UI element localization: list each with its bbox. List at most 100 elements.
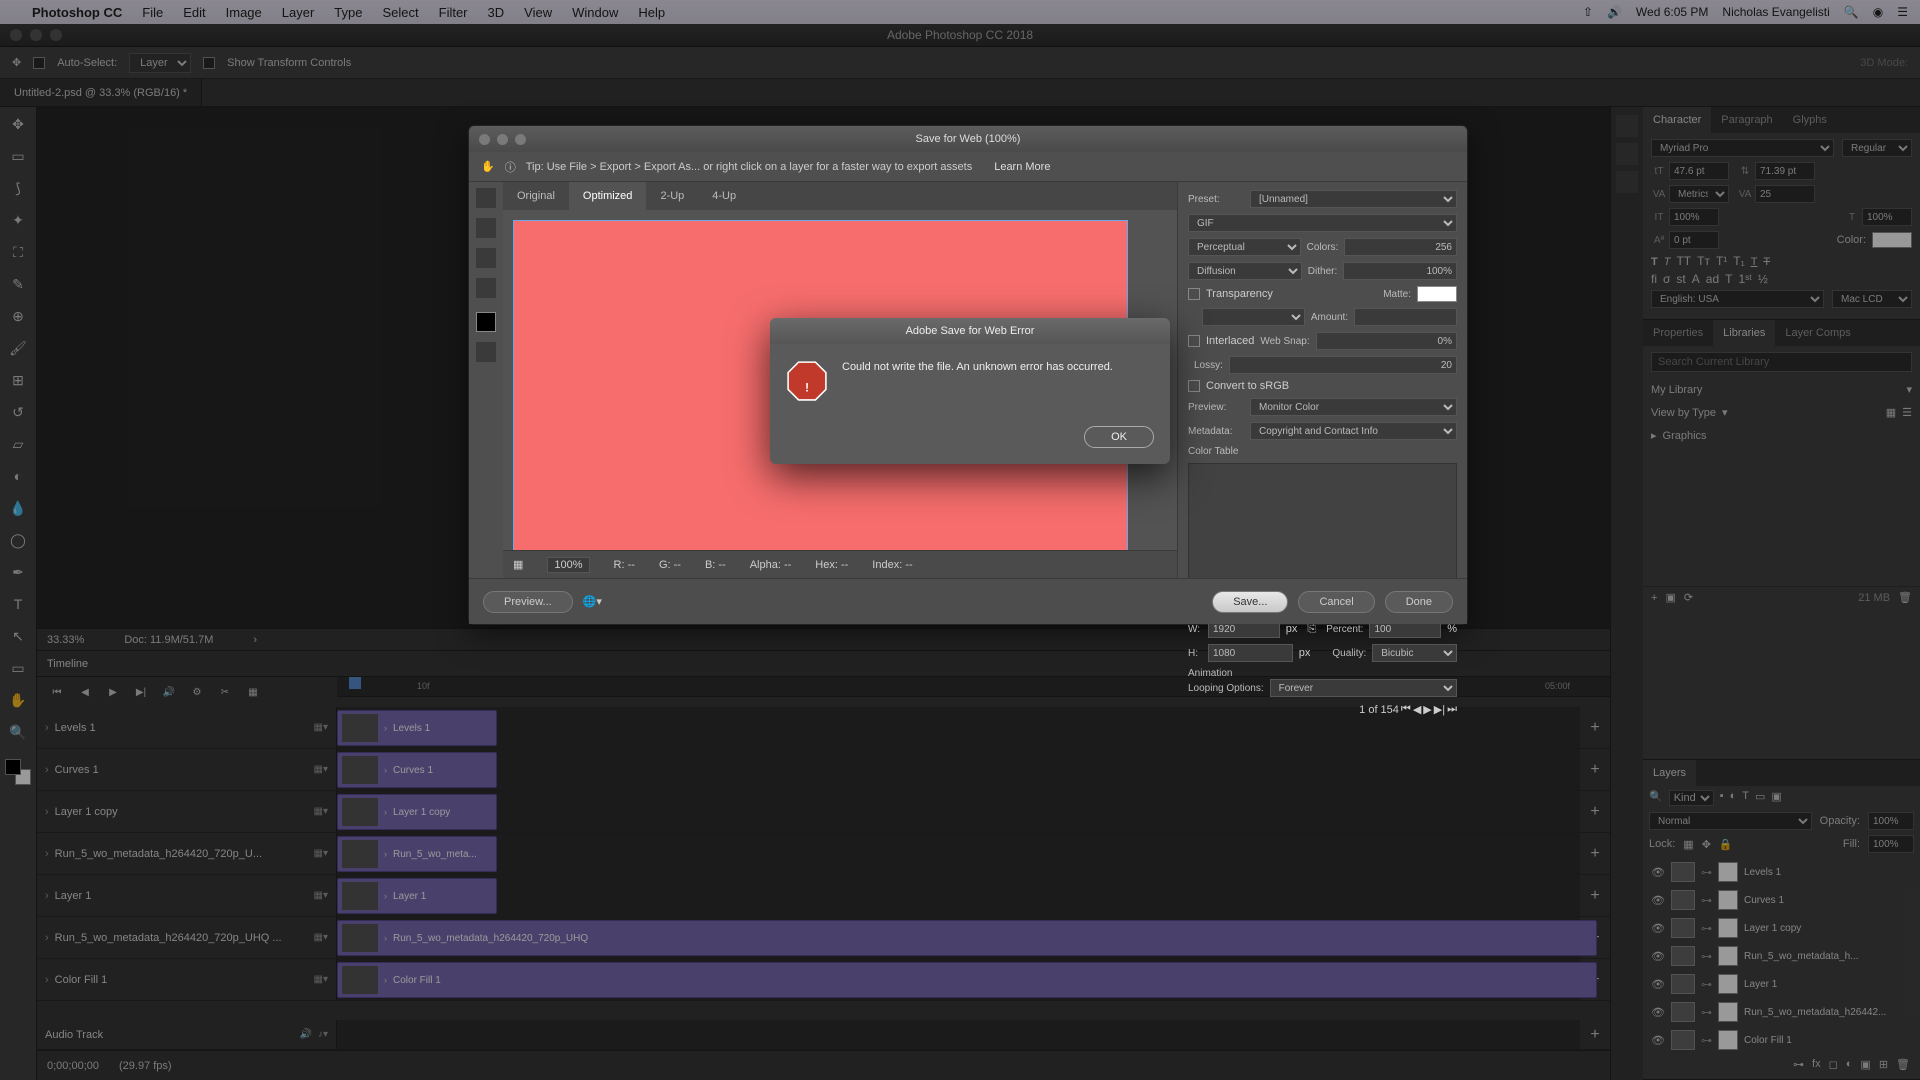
opentype-st[interactable]: st <box>1676 272 1685 286</box>
crop-tool[interactable]: ⛶ <box>7 241 29 263</box>
lasso-tool[interactable]: ⟆ <box>7 177 29 199</box>
lossy-input[interactable] <box>1229 356 1457 374</box>
transparency-dither-dropdown[interactable] <box>1202 308 1305 326</box>
opentype-1st[interactable]: 1ˢᵗ <box>1738 272 1751 286</box>
opentype-swash[interactable]: σ <box>1663 272 1670 286</box>
sfw-close-dot[interactable] <box>479 134 490 145</box>
library-search-input[interactable] <box>1651 352 1912 372</box>
track-head[interactable]: › Run_5_wo_metadata_h264420_720p_UHQ ...… <box>37 917 337 958</box>
done-button[interactable]: Done <box>1385 591 1453 613</box>
track-head[interactable]: › Layer 1 ▦▾ <box>37 875 337 916</box>
layer-row[interactable]: 👁 ⊶ Curves 1 <box>1649 886 1914 914</box>
auto-select-checkbox[interactable] <box>33 57 45 69</box>
timeline-clip[interactable]: › Color Fill 1 <box>337 962 1597 998</box>
timeline-clip[interactable]: › Run_5_wo_metadata_h264420_720p_UHQ <box>337 920 1597 956</box>
tab-layer-comps[interactable]: Layer Comps <box>1775 320 1860 346</box>
eraser-tool[interactable]: ▱ <box>7 433 29 455</box>
disclosure-icon[interactable]: › <box>45 806 49 818</box>
layer-fx-icon[interactable]: fx <box>1812 1058 1821 1071</box>
layer-filter-dropdown[interactable]: Kind <box>1669 790 1714 806</box>
eyedropper-tool[interactable]: ✎ <box>7 273 29 295</box>
library-selector[interactable]: My Library▾ <box>1651 378 1912 401</box>
colors-input[interactable] <box>1344 238 1457 256</box>
clip-disclosure-icon[interactable]: › <box>384 807 387 817</box>
sfw-tab-2up[interactable]: 2-Up <box>646 182 698 210</box>
font-style-dropdown[interactable]: Regular <box>1842 139 1912 157</box>
timeline-clip[interactable]: › Layer 1 copy <box>337 794 497 830</box>
timeline-split[interactable]: ✂ <box>215 682 235 702</box>
menu-filter[interactable]: Filter <box>439 5 468 20</box>
layer-row[interactable]: 👁 ⊶ Color Fill 1 <box>1649 1026 1914 1054</box>
timeline-clip[interactable]: › Layer 1 <box>337 878 497 914</box>
document-tab[interactable]: Untitled-2.psd @ 33.3% (RGB/16) * <box>0 79 202 106</box>
cancel-button[interactable]: Cancel <box>1298 591 1374 613</box>
baseline-input[interactable] <box>1669 231 1719 249</box>
opentype-ord[interactable]: A <box>1692 272 1700 286</box>
wifi-icon[interactable]: ⇧ <box>1583 5 1593 19</box>
auto-select-dropdown[interactable]: Layer <box>129 53 191 73</box>
track-body[interactable]: › Color Fill 1 <box>337 959 1580 1000</box>
track-head[interactable]: › Curves 1 ▦▾ <box>37 749 337 790</box>
track-menu-icon[interactable]: ▦▾ <box>314 932 328 943</box>
grid-view-icon[interactable]: ▦ <box>1886 406 1896 419</box>
pen-tool[interactable]: ✒ <box>7 561 29 583</box>
timeline-settings[interactable]: ⚙ <box>187 682 207 702</box>
playhead[interactable] <box>349 677 361 689</box>
trash-icon[interactable]: 🗑 <box>1898 591 1912 604</box>
new-layer-icon[interactable]: ⊞ <box>1879 1058 1888 1071</box>
blur-tool[interactable]: 💧 <box>7 497 29 519</box>
text-color-swatch[interactable] <box>1872 232 1912 248</box>
track-body[interactable]: › Curves 1 <box>337 749 1580 790</box>
adjustment-layer-icon[interactable]: ◐ <box>1846 1058 1853 1071</box>
disclosure-icon[interactable]: › <box>45 764 49 776</box>
tracking-input[interactable] <box>1755 185 1815 203</box>
zoom-tool[interactable]: 🔍 <box>7 721 29 743</box>
sfw-min-dot[interactable] <box>497 134 508 145</box>
marquee-tool[interactable]: ▭ <box>7 145 29 167</box>
metadata-dropdown[interactable]: Copyright and Contact Info <box>1250 422 1457 440</box>
track-head[interactable]: › Levels 1 ▦▾ <box>37 707 337 748</box>
clip-disclosure-icon[interactable]: › <box>384 933 387 943</box>
sfw-hand-tool[interactable] <box>476 188 496 208</box>
notification-icon[interactable]: ☰ <box>1897 5 1908 19</box>
disclosure-icon[interactable]: › <box>45 974 49 986</box>
tab-paragraph[interactable]: Paragraph <box>1711 107 1782 133</box>
track-head[interactable]: › Layer 1 copy ▦▾ <box>37 791 337 832</box>
opacity-input[interactable] <box>1868 812 1914 830</box>
wand-tool[interactable]: ✦ <box>7 209 29 231</box>
hand-tool[interactable]: ✋ <box>7 689 29 711</box>
track-menu-icon[interactable]: ▦▾ <box>314 974 328 985</box>
sfw-slice-toggle-icon[interactable]: ▦ <box>513 558 523 571</box>
language-dropdown[interactable]: English: USA <box>1651 290 1824 308</box>
timeline-transition[interactable]: ▦ <box>243 682 263 702</box>
track-body[interactable]: › Run_5_wo_metadata_h264420_720p_UHQ <box>337 917 1580 958</box>
sfw-slice-visibility[interactable] <box>476 342 496 362</box>
layer-row[interactable]: 👁 ⊶ Run_5_wo_metadata_h... <box>1649 942 1914 970</box>
tab-glyphs[interactable]: Glyphs <box>1783 107 1837 133</box>
websnap-input[interactable] <box>1316 332 1457 350</box>
timeline-clip[interactable]: › Curves 1 <box>337 752 497 788</box>
visibility-icon[interactable]: 👁 <box>1651 866 1665 879</box>
interlaced-checkbox[interactable] <box>1188 335 1200 347</box>
gradient-tool[interactable]: ◐ <box>7 465 29 487</box>
opentype-fi[interactable]: fi <box>1651 272 1657 286</box>
timeline-first-frame[interactable]: ⏮ <box>47 682 67 702</box>
bold-button[interactable]: T <box>1651 254 1658 268</box>
layer-row[interactable]: 👁 ⊶ Run_5_wo_metadata_h26442... <box>1649 998 1914 1026</box>
menu-3d[interactable]: 3D <box>488 5 505 20</box>
sfw-slice-tool[interactable] <box>476 218 496 238</box>
matte-swatch[interactable] <box>1417 286 1457 302</box>
clip-disclosure-icon[interactable]: › <box>384 975 387 985</box>
tab-properties[interactable]: Properties <box>1643 320 1713 346</box>
menu-layer[interactable]: Layer <box>282 5 315 20</box>
filter-adjust-icon[interactable]: ◐ <box>1730 790 1737 806</box>
delete-layer-icon[interactable]: 🗑 <box>1896 1058 1910 1071</box>
type-tool[interactable]: T <box>7 593 29 615</box>
allcaps-button[interactable]: TT <box>1676 254 1691 268</box>
audio-track-head[interactable]: Audio Track 🔊 ♪▾ <box>37 1020 337 1049</box>
anim-play-icon[interactable]: ▶ <box>1423 703 1431 716</box>
track-menu-icon[interactable]: ▦▾ <box>314 848 328 859</box>
tab-layers[interactable]: Layers <box>1643 760 1696 786</box>
leading-input[interactable] <box>1755 162 1815 180</box>
tab-libraries[interactable]: Libraries <box>1713 320 1775 346</box>
